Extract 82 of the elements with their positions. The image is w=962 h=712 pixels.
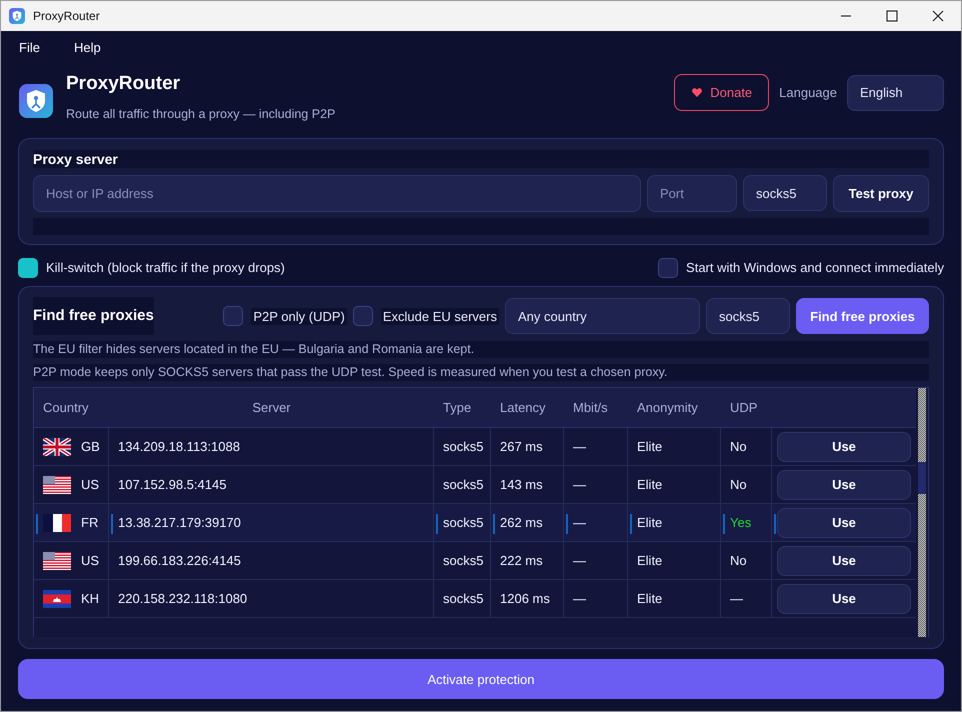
language-dropdown[interactable]: English	[847, 74, 944, 110]
checkbox-label: Exclude EU servers	[380, 308, 499, 324]
app-name: ProxyRouter	[66, 72, 182, 94]
country-code: KH	[81, 591, 100, 606]
use-button[interactable]: Use	[777, 508, 911, 538]
proxy-type: socks5	[434, 428, 491, 466]
server-address: 220.158.232.118:1080	[109, 580, 434, 618]
checkbox[interactable]	[658, 258, 678, 278]
checkbox[interactable]	[223, 306, 244, 326]
speed-value: —	[564, 580, 628, 618]
use-button[interactable]: Use	[777, 546, 911, 576]
use-button[interactable]: Use	[777, 470, 911, 500]
country-code: US	[81, 477, 100, 492]
server-address: 134.209.18.113:1088	[109, 428, 434, 466]
table-row[interactable]: FR 13.38.217.179:39170 socks5 262 ms — Elite Yes Use	[34, 504, 916, 542]
host-field[interactable]: Host or IP address	[33, 175, 641, 212]
table-row[interactable]: KH 220.158.232.118:1080 socks5 1206 ms — Elite — Use	[34, 580, 916, 618]
column-header[interactable]: Country	[34, 388, 109, 427]
menu-item[interactable]: File	[19, 40, 40, 54]
language-label: Language	[779, 85, 837, 100]
column-header[interactable]: Mbit/s	[564, 388, 628, 427]
column-header[interactable]: Anonymity	[628, 388, 721, 427]
column-header[interactable]: Server	[109, 388, 434, 427]
latency-value: 267 ms	[491, 428, 564, 466]
checkbox-label: Start with Windows and connect immediately	[686, 260, 944, 275]
checkbox[interactable]	[18, 258, 38, 278]
menu-item[interactable]: Help	[74, 40, 101, 54]
tagline: Route all traffic through a proxy — including P2P	[66, 106, 336, 120]
use-button[interactable]: Use	[777, 432, 911, 462]
flag-icon	[43, 438, 71, 456]
protocol-dropdown[interactable]: socks5	[706, 298, 790, 334]
speed-value: —	[564, 504, 628, 542]
logo-icon	[19, 84, 53, 118]
flag-icon	[43, 590, 71, 608]
country-code: US	[81, 553, 100, 568]
anonymity-level: Elite	[628, 504, 721, 542]
flag-icon	[43, 552, 71, 570]
section-title: Find free proxies	[33, 297, 154, 335]
column-header[interactable]: UDP	[721, 388, 772, 427]
protocol-dropdown[interactable]: socks5	[743, 175, 827, 211]
anonymity-level: Elite	[628, 542, 721, 580]
speed-value: —	[564, 542, 628, 580]
column-header[interactable]: Type	[434, 388, 491, 427]
latency-value: 222 ms	[491, 542, 564, 580]
donate-button[interactable]: Donate	[674, 74, 770, 111]
anonymity-level: Elite	[628, 428, 721, 466]
latency-value: 262 ms	[491, 504, 564, 542]
proxy-type: socks5	[434, 542, 491, 580]
hint-text: The EU filter hides servers located in the EU — Bulgaria and Romania are kept.	[33, 341, 929, 358]
flag-icon	[43, 476, 71, 494]
speed-value: —	[564, 428, 628, 466]
checkbox-label: Kill-switch (block traffic if the proxy drops)	[46, 260, 285, 275]
column-header[interactable]: Latency	[491, 388, 564, 427]
country-code: GB	[81, 439, 100, 454]
checkbox-label: P2P only (UDP)	[251, 308, 347, 324]
find-proxies-button[interactable]: Find free proxies	[796, 298, 929, 334]
server-address: 199.66.183.226:4145	[109, 542, 434, 580]
activate-protection-button[interactable]: Activate protection	[18, 659, 944, 699]
udp-status: —	[721, 580, 772, 618]
app-icon	[9, 8, 25, 24]
scrollbar[interactable]	[918, 388, 926, 637]
anonymity-level: Elite	[628, 580, 721, 618]
section-title: Proxy server	[33, 150, 929, 168]
hint-text: P2P mode keeps only SOCKS5 servers that pass the UDP test. Speed is measured when you test a chosen proxy.	[33, 364, 929, 381]
test-proxy-button[interactable]: Test proxy	[833, 175, 929, 212]
heart-icon	[692, 88, 702, 97]
window-title: ProxyRouter	[33, 9, 100, 23]
use-button[interactable]: Use	[777, 584, 911, 614]
country-dropdown[interactable]: Any country	[505, 298, 700, 334]
table-row[interactable]: US 199.66.183.226:4145 socks5 222 ms — Elite No Use	[34, 542, 916, 580]
latency-value: 1206 ms	[491, 580, 564, 618]
udp-status: No	[721, 428, 772, 466]
server-address: 13.38.217.179:39170	[109, 504, 434, 542]
udp-status: Yes	[721, 504, 772, 542]
port-field[interactable]: Port	[647, 175, 737, 212]
proxy-type: socks5	[434, 580, 491, 618]
udp-status: No	[721, 542, 772, 580]
checkbox[interactable]	[352, 306, 373, 326]
flag-icon	[43, 514, 71, 532]
proxy-type: socks5	[434, 504, 491, 542]
table-row[interactable]: GB 134.209.18.113:1088 socks5 267 ms — Elite No Use	[34, 428, 916, 466]
country-code: FR	[81, 515, 98, 530]
